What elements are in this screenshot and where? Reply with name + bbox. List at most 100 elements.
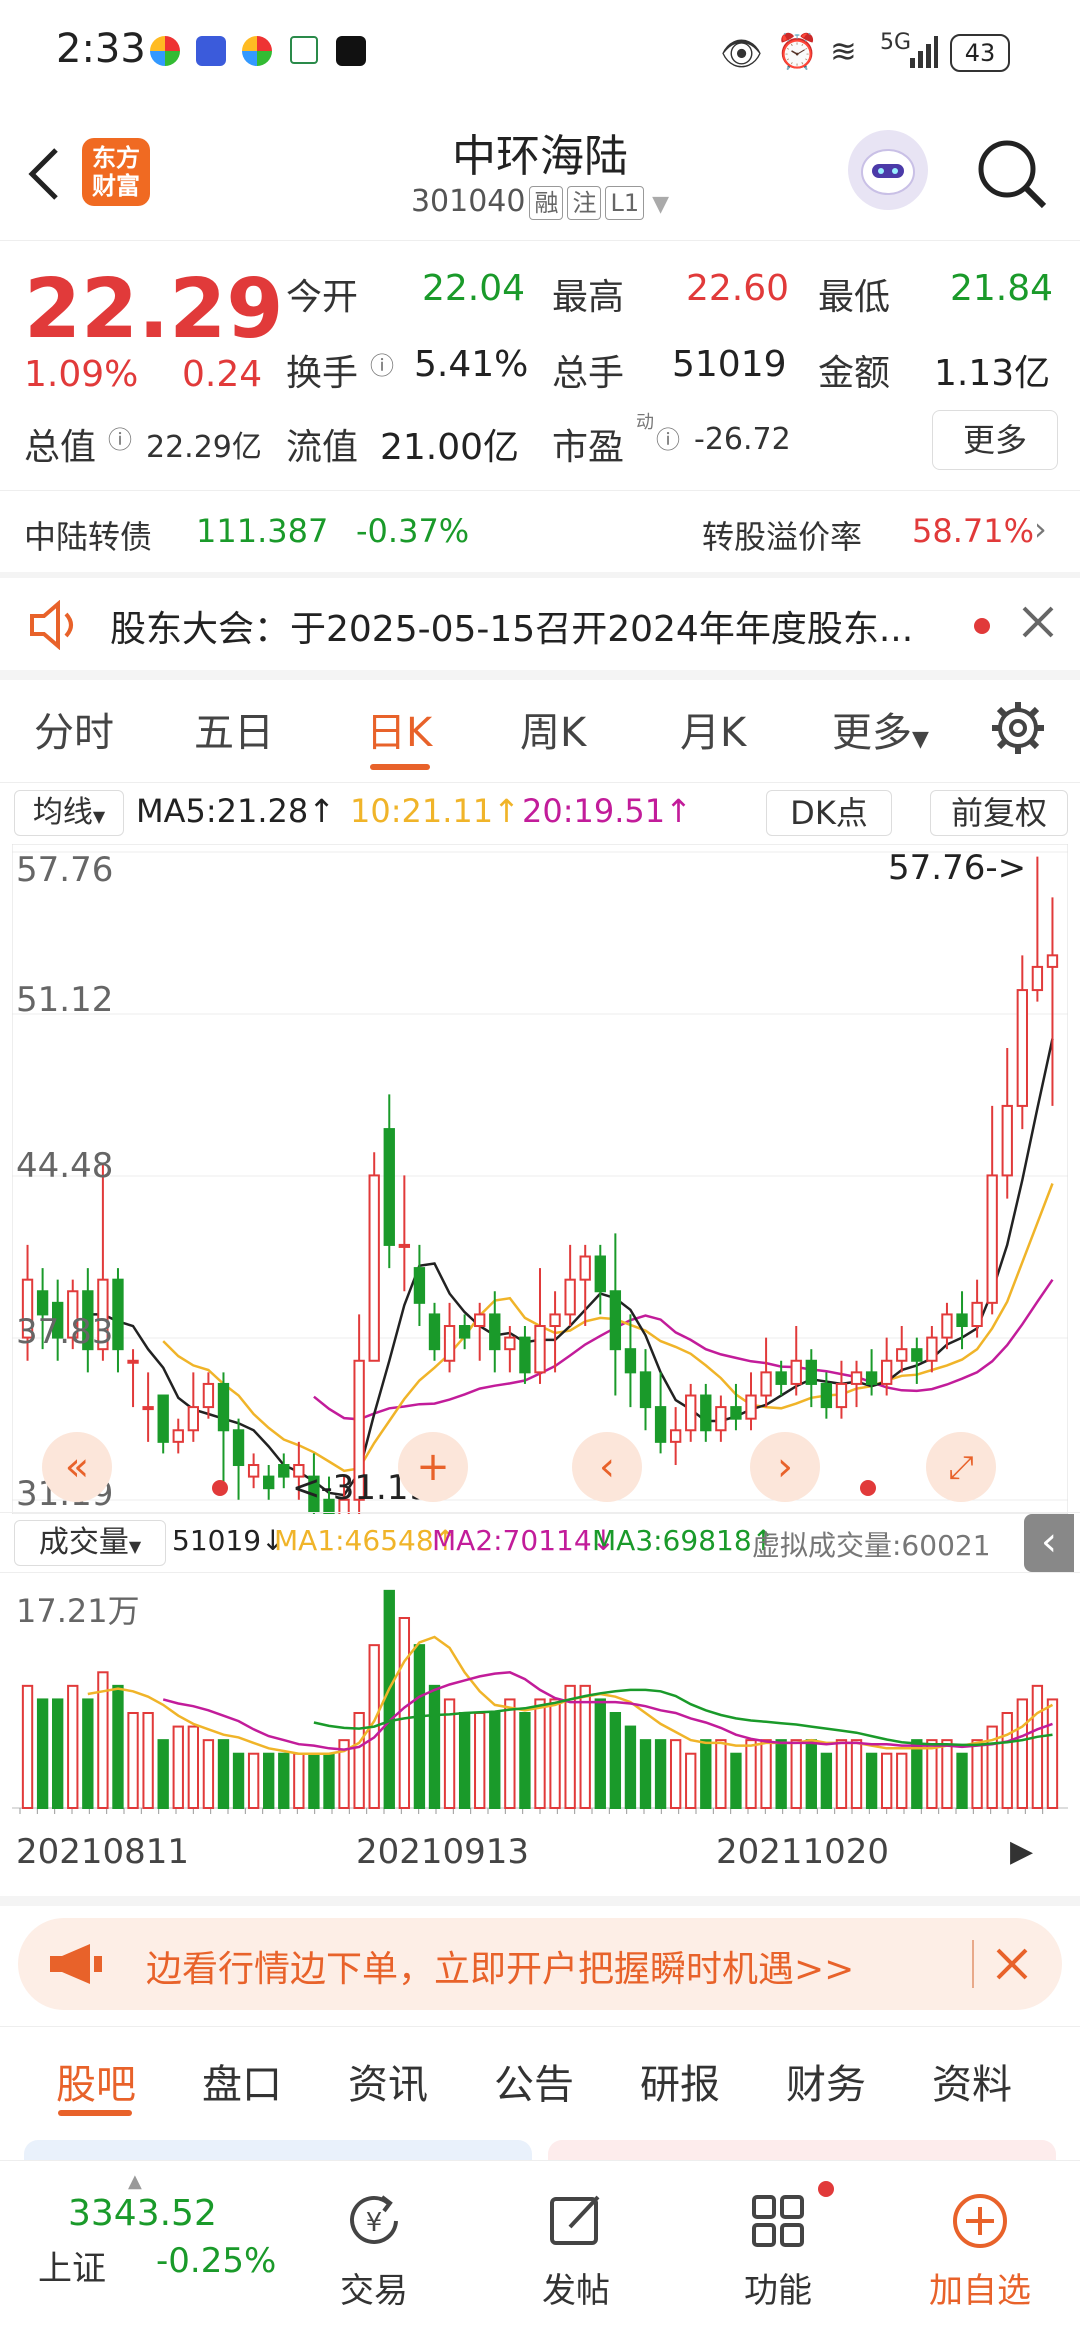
candle — [368, 1174, 380, 1362]
volume-bar — [1001, 1712, 1013, 1809]
volume-bar — [263, 1752, 275, 1809]
volume-bar — [504, 1698, 516, 1809]
volume-bar — [458, 1712, 471, 1809]
tab-monthly-k[interactable]: 月K — [680, 700, 746, 758]
candle — [579, 1255, 591, 1281]
dk-point-button[interactable]: DK点 — [766, 790, 892, 836]
volume-bar — [142, 1712, 154, 1809]
index-value[interactable]: 3343.52 — [68, 2193, 217, 2234]
status-time: 2:33 — [56, 26, 146, 72]
chevron-right-icon[interactable]: › — [1034, 510, 1047, 548]
volume-bar — [278, 1752, 290, 1809]
info-icon[interactable]: ⓘ — [108, 420, 132, 455]
candle — [956, 1313, 968, 1328]
info-icon[interactable]: ⓘ — [370, 346, 394, 381]
dock-trade[interactable]: 交易 — [294, 2263, 454, 2312]
tab-profile[interactable]: 资料 — [932, 2052, 1012, 2110]
open-value: 22.04 — [422, 268, 526, 309]
volume-bar — [685, 1752, 697, 1809]
robot-assistant-icon[interactable] — [848, 130, 928, 210]
signal-icon — [910, 36, 938, 68]
amount-label: 金额 — [818, 353, 891, 394]
eye-icon: 👁 — [720, 34, 764, 74]
volume-bar — [880, 1752, 893, 1809]
candle — [383, 1128, 395, 1246]
ma-selector[interactable]: 均线▼ — [14, 790, 124, 836]
index-name[interactable]: 上证 — [38, 2241, 106, 2290]
x-axis-date: 20211020 — [716, 1832, 890, 1872]
premium-label[interactable]: 转股溢价率 — [702, 512, 862, 558]
next-icon[interactable]: › — [750, 1432, 820, 1502]
volume-bar — [835, 1739, 848, 1809]
candle — [458, 1325, 471, 1339]
notice-bar[interactable]: 股东大会：于2025-05-15召开2024年年度股东... — [0, 578, 1080, 670]
tab-research[interactable]: 研报 — [640, 2052, 720, 2110]
index-change[interactable]: -0.25% — [156, 2241, 276, 2281]
volume-bar — [534, 1698, 546, 1809]
rewind-icon[interactable]: « — [42, 1432, 112, 1502]
volume-bar — [956, 1752, 968, 1809]
candle — [398, 1243, 411, 1248]
info-icon[interactable]: ⓘ — [656, 420, 680, 455]
tab-news[interactable]: 资讯 — [348, 2052, 428, 2110]
bond-name[interactable]: 中陆转债 — [24, 512, 152, 558]
zoom-in-icon[interactable]: + — [398, 1432, 468, 1502]
candle — [127, 1359, 139, 1364]
volume-bar — [896, 1752, 908, 1809]
open-account-banner[interactable]: 边看行情边下单，立即开户把握瞬时机遇>> — [18, 1918, 1062, 2010]
notification-dot — [818, 2181, 834, 2197]
svg-text:¥: ¥ — [366, 2208, 383, 2238]
tab-finance[interactable]: 财务 — [786, 2052, 866, 2110]
stock-header: 东方 财富 中环海陆 301040 融注 L1 ▼ — [0, 100, 1080, 241]
close-icon[interactable] — [1018, 602, 1058, 642]
volume-bar — [624, 1725, 637, 1809]
tiktok-icon — [336, 36, 366, 66]
volume-bar — [639, 1739, 652, 1809]
search-icon[interactable] — [974, 136, 1050, 212]
tab-announcements[interactable]: 公告 — [494, 2052, 574, 2110]
active-tab-indicator — [58, 2110, 132, 2116]
tab-order-book[interactable]: 盘口 — [202, 2052, 282, 2110]
candle — [986, 1174, 998, 1304]
dock-add-watchlist[interactable]: 加自选 — [900, 2263, 1060, 2312]
volume-bar — [217, 1739, 230, 1809]
wifi-icon: ≋ — [830, 32, 857, 70]
virtual-volume: 虚拟成交量:60021 — [752, 1529, 991, 1562]
tab-more[interactable]: 更多▼ — [832, 700, 929, 758]
volume-bar — [654, 1739, 667, 1809]
y-axis-label: 44.48 — [16, 1146, 114, 1186]
volume-bar — [489, 1712, 501, 1809]
candlestick-chart[interactable] — [12, 844, 1068, 1514]
candle — [232, 1429, 245, 1467]
prev-icon[interactable]: ‹ — [572, 1432, 642, 1502]
tab-five-day[interactable]: 五日 — [194, 700, 274, 758]
volume-selector[interactable]: 成交量▼ — [14, 1520, 166, 1566]
tab-intraday[interactable]: 分时 — [34, 700, 114, 758]
open-label: 今开 — [286, 277, 359, 318]
tab-weekly-k[interactable]: 周K — [520, 700, 586, 758]
dock-post[interactable]: 发帖 — [496, 2263, 656, 2312]
chevron-down-icon[interactable]: ▼ — [652, 192, 669, 217]
volume-bar — [760, 1739, 772, 1809]
volume-chart[interactable] — [12, 1574, 1068, 1814]
collapse-panel-button[interactable]: ‹ — [1024, 1514, 1074, 1572]
volume-bar — [941, 1739, 953, 1809]
volume-bar — [1031, 1684, 1044, 1809]
more-button[interactable]: 更多 — [932, 410, 1058, 470]
caret-down-icon: ▼ — [128, 1537, 142, 1556]
candle — [443, 1325, 456, 1362]
candle — [519, 1336, 531, 1374]
tab-guba[interactable]: 股吧 — [56, 2052, 136, 2110]
dock-functions[interactable]: 功能 — [698, 2263, 858, 2312]
candle — [926, 1336, 938, 1362]
gear-icon[interactable] — [990, 700, 1046, 756]
tab-daily-k[interactable]: 日K — [366, 700, 432, 758]
candle — [835, 1382, 848, 1409]
close-icon[interactable] — [992, 1944, 1032, 1984]
fullscreen-icon[interactable]: ⤢ — [926, 1432, 996, 1502]
scroll-right-icon[interactable]: ▶ — [1010, 1834, 1033, 1869]
adjust-price-button[interactable]: 前复权 — [930, 790, 1068, 836]
caret-up-icon[interactable]: ▲ — [128, 2171, 142, 2192]
candle — [187, 1406, 200, 1432]
candle — [564, 1278, 576, 1316]
